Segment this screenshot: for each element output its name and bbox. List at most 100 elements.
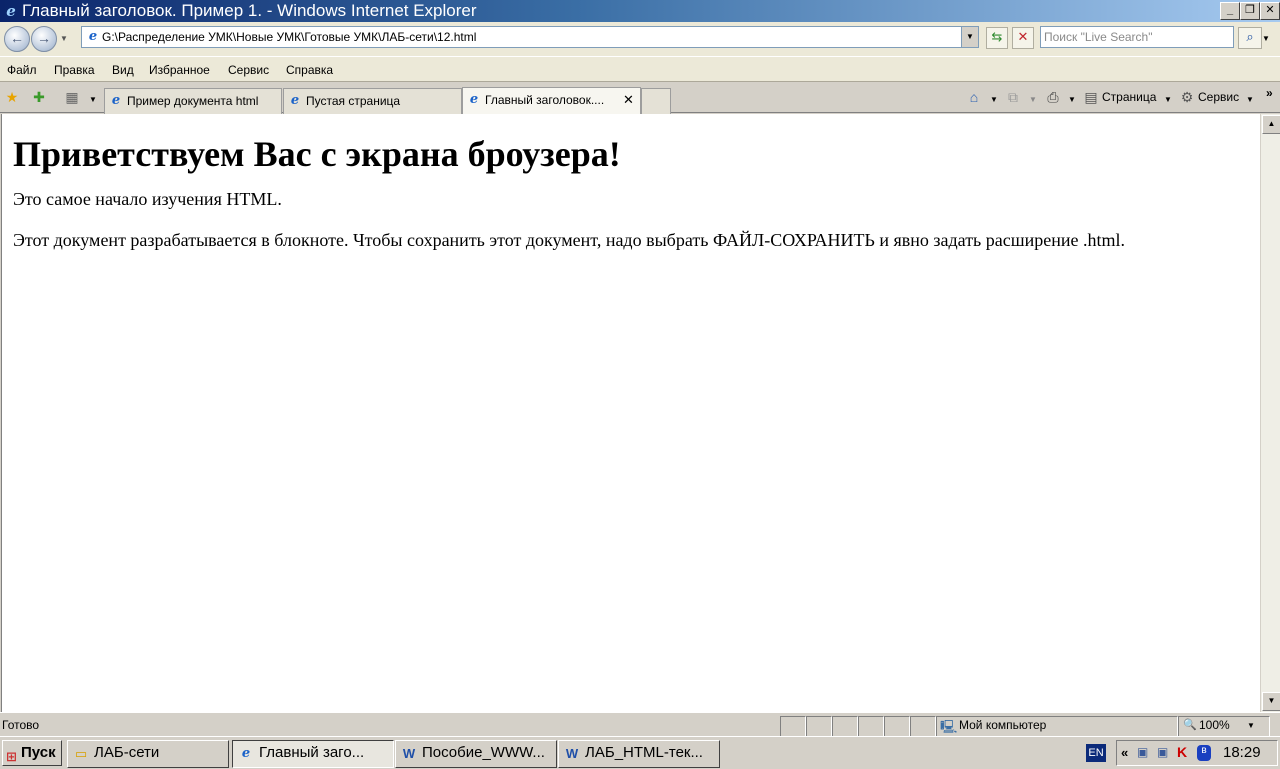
start-label: Пуск <box>21 744 56 761</box>
tray-expand-icon[interactable]: « <box>1121 745 1128 760</box>
history-dropdown-icon[interactable]: ▼ <box>60 34 68 43</box>
tab-ie-icon: e <box>469 92 479 107</box>
ie-icon: e <box>241 746 251 761</box>
clock[interactable]: 18:29 <box>1223 744 1261 761</box>
tab-ie-icon: e <box>111 93 121 108</box>
status-cell <box>910 716 936 737</box>
page-menu-label[interactable]: Страница <box>1102 90 1156 104</box>
scroll-down-button[interactable]: ▼ <box>1262 692 1280 711</box>
zoom-level: 100% <box>1199 718 1230 732</box>
taskbar-item-lab-folder[interactable]: ▭ ЛАБ-сети <box>67 740 229 768</box>
address-url[interactable]: G:\Распределение УМК\Новые УМК\Готовые У… <box>102 27 476 47</box>
vertical-scrollbar[interactable]: ▲ ▼ <box>1260 114 1280 712</box>
back-button[interactable]: ← <box>4 26 30 52</box>
feeds-icon[interactable]: ⧉ <box>1004 88 1022 106</box>
taskbar-item-browser[interactable]: e Главный заго... <box>232 740 394 768</box>
page-content: Приветствуем Вас с экрана броузера! Это … <box>1 114 1260 712</box>
word-doc-icon: W <box>565 746 579 761</box>
menu-help[interactable]: Справка <box>286 57 333 83</box>
tab-blank-page[interactable]: e Пустая страница <box>283 88 462 114</box>
folder-icon: ▭ <box>74 746 88 761</box>
word-doc-icon: W <box>402 746 416 761</box>
task-label: Главный заго... <box>259 744 365 761</box>
page-menu-icon[interactable]: ▤ <box>1082 88 1100 106</box>
status-cell <box>780 716 806 737</box>
close-button[interactable]: ✕ <box>1260 2 1280 20</box>
taskbar-item-lab-html[interactable]: W ЛАБ_HTML-тек... <box>558 740 720 768</box>
tools-dropdown-icon[interactable]: ▼ <box>1246 95 1254 104</box>
status-bar: Готово 🖳 Мой компьютер 🔍 100% ▼ <box>0 712 1280 737</box>
zoom-control[interactable]: 🔍 100% ▼ <box>1178 716 1270 737</box>
feeds-dropdown-icon[interactable]: ▼ <box>1029 95 1037 104</box>
search-options-icon[interactable]: ▼ <box>1262 34 1270 43</box>
zone-label: Мой компьютер <box>959 718 1047 732</box>
close-tab-icon[interactable]: ✕ <box>623 88 634 112</box>
security-zone[interactable]: 🖳 Мой компьютер <box>936 716 1178 737</box>
new-tab-button[interactable] <box>641 88 671 114</box>
taskbar: ⊞ Пуск ▭ ЛАБ-сети e Главный заго... W По… <box>0 736 1280 768</box>
forward-button[interactable]: → <box>31 26 57 52</box>
tab-list-dropdown-icon[interactable]: ▼ <box>89 95 97 104</box>
network-icon[interactable]: ▣ <box>1157 745 1168 759</box>
menu-file[interactable]: Файл <box>7 57 37 83</box>
instructions-paragraph: Этот документ разрабатывается в блокноте… <box>13 230 1125 250</box>
tab-example-document[interactable]: e Пример документа html <box>104 88 282 114</box>
page-heading: Приветствуем Вас с экрана броузера! <box>13 134 621 174</box>
network-icon[interactable]: ▣ <box>1137 745 1148 759</box>
task-label: ЛАБ-сети <box>94 744 160 761</box>
antivirus-icon[interactable]: K <box>1177 744 1187 760</box>
task-label: ЛАБ_HTML-тек... <box>585 744 703 761</box>
tools-gear-icon[interactable]: ⚙ <box>1178 88 1196 106</box>
status-cell <box>858 716 884 737</box>
zoom-icon: 🔍 <box>1183 719 1197 731</box>
address-bar[interactable]: e G:\Распределение УМК\Новые УМК\Готовые… <box>81 26 979 48</box>
task-label: Пособие_WWW... <box>422 744 545 761</box>
menu-view[interactable]: Вид <box>112 57 134 83</box>
tab-ie-icon: e <box>290 93 300 108</box>
refresh-button[interactable]: ⇆ <box>986 27 1008 49</box>
stop-button[interactable]: ✕ <box>1012 27 1034 49</box>
menu-tools[interactable]: Сервис <box>228 57 269 83</box>
tab-label: Пример документа html <box>127 94 259 108</box>
print-dropdown-icon[interactable]: ▼ <box>1068 95 1076 104</box>
tools-menu-label[interactable]: Сервис <box>1198 90 1239 104</box>
tab-bar: ★ ✚ ▦ ▼ e Пример документа html e Пустая… <box>0 82 1280 115</box>
tab-label: Пустая страница <box>306 94 401 108</box>
status-text: Готово <box>2 718 40 732</box>
quick-tabs-icon[interactable]: ▦ <box>63 88 81 106</box>
title-bar: e Главный заголовок. Пример 1. - Windows… <box>0 0 1280 22</box>
menu-favorites[interactable]: Избранное <box>149 57 210 83</box>
page-dropdown-icon[interactable]: ▼ <box>1164 95 1172 104</box>
taskbar-item-www-manual[interactable]: W Пособие_WWW... <box>395 740 557 768</box>
home-icon[interactable]: ⌂ <box>965 88 983 106</box>
minimize-button[interactable]: _ <box>1220 2 1240 20</box>
window-title: Главный заголовок. Пример 1. - Windows I… <box>22 1 477 20</box>
status-cell <box>832 716 858 737</box>
zoom-dropdown-icon[interactable]: ▼ <box>1247 721 1255 730</box>
search-icon[interactable]: ⌕ <box>1238 27 1262 49</box>
navigation-toolbar: ← → ▼ e G:\Распределение УМК\Новые УМК\Г… <box>0 22 1280 56</box>
system-tray: « ▣ ▣ K ʙ 18:29 <box>1116 740 1278 766</box>
ie-logo-icon: e <box>6 2 16 20</box>
intro-paragraph: Это самое начало изучения HTML. <box>13 189 282 209</box>
home-dropdown-icon[interactable]: ▼ <box>990 95 998 104</box>
page-icon: e <box>88 29 98 44</box>
menu-bar: Файл Правка Вид Избранное Сервис Справка <box>0 56 1280 82</box>
status-cell <box>806 716 832 737</box>
favorites-star-icon[interactable]: ★ <box>3 88 21 106</box>
start-button[interactable]: ⊞ Пуск <box>2 740 62 766</box>
menu-edit[interactable]: Правка <box>54 57 95 83</box>
add-favorite-icon[interactable]: ✚ <box>30 88 48 106</box>
scroll-up-button[interactable]: ▲ <box>1262 115 1280 134</box>
bluetooth-icon[interactable]: ʙ <box>1197 745 1211 761</box>
search-input[interactable]: Поиск "Live Search" <box>1040 26 1234 48</box>
language-indicator[interactable]: EN <box>1086 744 1106 762</box>
print-icon[interactable]: ⎙ <box>1044 88 1062 106</box>
windows-logo-icon: ⊞ <box>6 749 17 764</box>
toolbar-overflow-icon[interactable]: » <box>1266 86 1273 100</box>
tab-main-heading[interactable]: e Главный заголовок.... ✕ <box>462 87 641 115</box>
address-dropdown-button[interactable]: ▼ <box>961 27 978 47</box>
status-cell <box>884 716 910 737</box>
tab-label: Главный заголовок.... <box>485 93 605 107</box>
maximize-button[interactable]: ❐ <box>1240 2 1260 20</box>
